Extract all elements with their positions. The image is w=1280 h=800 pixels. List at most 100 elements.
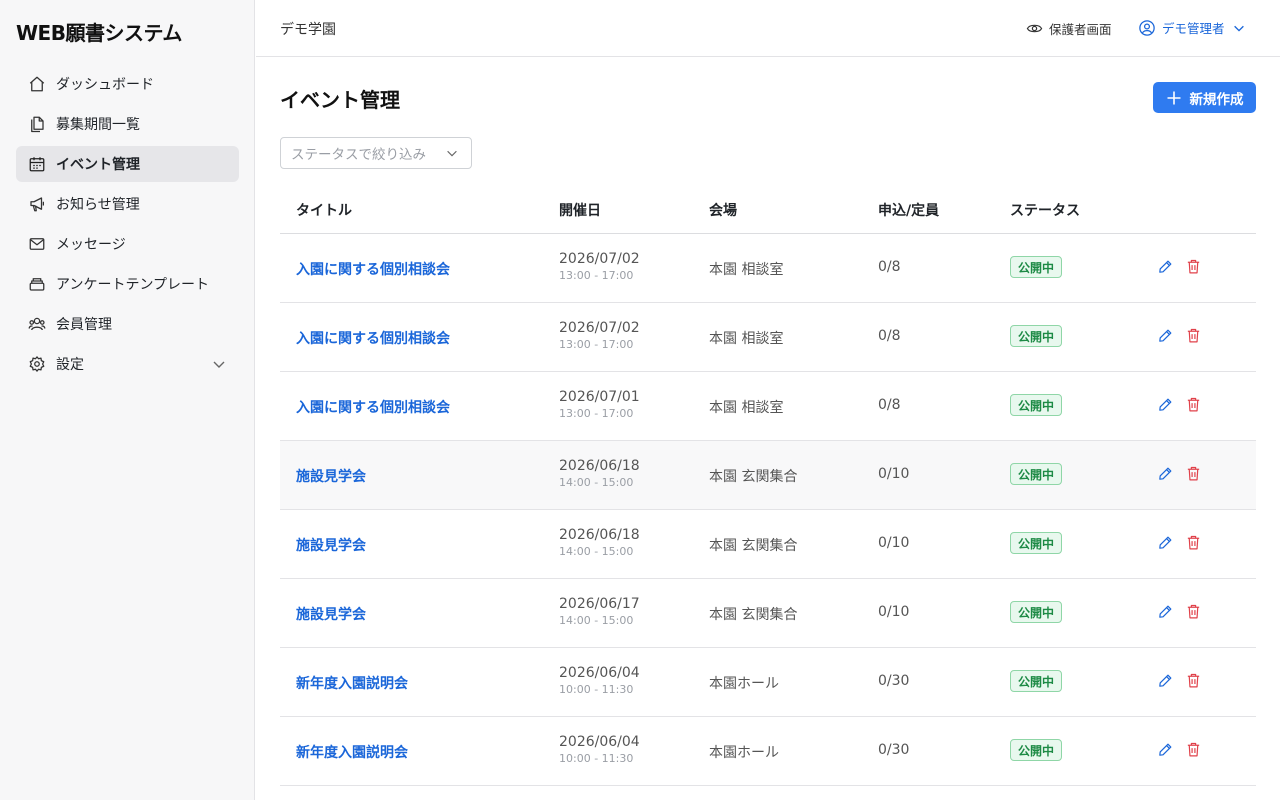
table-row: 施設見学会 2026/06/18 14:00 - 15:00 本園 玄関集合 0/10 公… bbox=[280, 510, 1256, 579]
edit-icon[interactable] bbox=[1157, 741, 1174, 758]
table-row: 施設見学会 2026/06/18 14:00 - 15:00 本園 玄関集合 0/10 公… bbox=[280, 441, 1256, 510]
event-time: 13:00 - 17:00 bbox=[559, 269, 634, 282]
delete-icon[interactable] bbox=[1185, 396, 1202, 413]
event-date: 2026/06/17 bbox=[559, 596, 640, 612]
sidebar-item-settings[interactable]: 設定 bbox=[16, 346, 239, 382]
event-title-link[interactable]: 新年度入園説明会 bbox=[296, 742, 408, 762]
users-icon bbox=[28, 315, 46, 333]
status-filter-select[interactable]: ステータスで絞り込み bbox=[280, 137, 472, 169]
event-date: 2026/06/04 bbox=[559, 734, 640, 750]
status-badge: 公開中 bbox=[1010, 256, 1063, 278]
status-badge: 公開中 bbox=[1010, 325, 1063, 347]
chevron-down-icon bbox=[1225, 21, 1246, 35]
event-time: 10:00 - 11:30 bbox=[559, 752, 634, 765]
new-event-button[interactable]: 新規作成 bbox=[1153, 82, 1256, 113]
delete-icon[interactable] bbox=[1185, 672, 1202, 689]
sidebar-item-label: 会員管理 bbox=[56, 317, 112, 333]
event-venue: 本園 玄関集合 bbox=[709, 607, 798, 623]
eye-icon bbox=[1026, 24, 1043, 33]
status-badge: 公開中 bbox=[1010, 532, 1063, 554]
top-bar: デモ学園 保護者画面 デモ管理者 bbox=[256, 0, 1280, 57]
column-header-status: ステータス bbox=[1010, 203, 1080, 219]
edit-icon[interactable] bbox=[1157, 258, 1174, 275]
edit-icon[interactable] bbox=[1157, 603, 1174, 620]
delete-icon[interactable] bbox=[1185, 603, 1202, 620]
delete-icon[interactable] bbox=[1185, 741, 1202, 758]
page-title: イベント管理 bbox=[280, 88, 400, 112]
status-badge: 公開中 bbox=[1010, 670, 1063, 692]
event-time: 10:00 - 11:30 bbox=[559, 683, 634, 696]
sidebar-item-dashboard[interactable]: ダッシュボード bbox=[16, 66, 239, 102]
event-capacity: 0/8 bbox=[878, 397, 901, 413]
stack-icon bbox=[28, 275, 46, 293]
sidebar-item-label: イベント管理 bbox=[56, 157, 140, 173]
home-icon bbox=[28, 75, 46, 93]
status-badge: 公開中 bbox=[1010, 394, 1063, 416]
organization-name: デモ学園 bbox=[280, 22, 336, 38]
sidebar-item-messages[interactable]: メッセージ bbox=[16, 226, 239, 262]
sidebar-nav: ダッシュボード 募集期間一覧 イベント管理 お知らせ管理 メッセージ アンケート… bbox=[16, 66, 239, 386]
sidebar-item-events[interactable]: イベント管理 bbox=[16, 146, 239, 182]
event-title-link[interactable]: 入園に関する個別相談会 bbox=[296, 397, 450, 417]
sidebar-item-label: 募集期間一覧 bbox=[56, 117, 140, 133]
event-venue: 本園 相談室 bbox=[709, 400, 784, 416]
delete-icon[interactable] bbox=[1185, 327, 1202, 344]
event-time: 14:00 - 15:00 bbox=[559, 545, 634, 558]
event-title-link[interactable]: 新年度入園説明会 bbox=[296, 673, 408, 693]
event-title-link[interactable]: 施設見学会 bbox=[296, 604, 366, 624]
guardian-view-label: 保護者画面 bbox=[1049, 22, 1112, 37]
column-header-date: 開催日 bbox=[559, 203, 601, 219]
event-venue: 本園 相談室 bbox=[709, 262, 784, 278]
table-row: 施設見学会 2026/06/17 14:00 - 15:00 本園 玄関集合 0/10 公… bbox=[280, 579, 1256, 648]
delete-icon[interactable] bbox=[1185, 465, 1202, 482]
calendar-icon bbox=[28, 155, 46, 173]
delete-icon[interactable] bbox=[1185, 258, 1202, 275]
sidebar-item-label: メッセージ bbox=[56, 237, 126, 253]
chevron-down-icon bbox=[445, 146, 459, 160]
edit-icon[interactable] bbox=[1157, 465, 1174, 482]
event-title-link[interactable]: 入園に関する個別相談会 bbox=[296, 259, 450, 279]
event-time: 13:00 - 17:00 bbox=[559, 338, 634, 351]
event-capacity: 0/8 bbox=[878, 328, 901, 344]
sidebar-item-members[interactable]: 会員管理 bbox=[16, 306, 239, 342]
sidebar-item-label: ダッシュボード bbox=[56, 77, 154, 93]
sidebar-item-survey-templates[interactable]: アンケートテンプレート bbox=[16, 266, 239, 302]
sidebar-item-label: アンケートテンプレート bbox=[56, 277, 210, 293]
event-capacity: 0/30 bbox=[878, 673, 910, 689]
plus-icon bbox=[1167, 91, 1180, 104]
sidebar-item-label: お知らせ管理 bbox=[56, 197, 140, 213]
sidebar-item-label: 設定 bbox=[56, 357, 84, 373]
events-table: タイトル 開催日 会場 申込/定員 ステータス 入園に関する個別相談会 2026/… bbox=[280, 186, 1256, 786]
edit-icon[interactable] bbox=[1157, 327, 1174, 344]
event-date: 2026/06/04 bbox=[559, 665, 640, 681]
column-header-capacity: 申込/定員 bbox=[878, 203, 940, 219]
user-menu[interactable]: デモ管理者 bbox=[1138, 18, 1246, 37]
delete-icon[interactable] bbox=[1185, 534, 1202, 551]
edit-icon[interactable] bbox=[1157, 672, 1174, 689]
chevron-down-icon bbox=[211, 356, 227, 372]
column-header-venue: 会場 bbox=[709, 203, 737, 219]
new-event-button-label: 新規作成 bbox=[1189, 91, 1244, 108]
event-date: 2026/07/01 bbox=[559, 389, 640, 405]
event-capacity: 0/10 bbox=[878, 466, 910, 482]
event-venue: 本園 玄関集合 bbox=[709, 469, 798, 485]
megaphone-icon bbox=[28, 195, 46, 213]
event-venue: 本園 相談室 bbox=[709, 331, 784, 347]
event-date: 2026/07/02 bbox=[559, 251, 640, 267]
edit-icon[interactable] bbox=[1157, 396, 1174, 413]
event-date: 2026/07/02 bbox=[559, 320, 640, 336]
event-time: 13:00 - 17:00 bbox=[559, 407, 634, 420]
table-row: 入園に関する個別相談会 2026/07/01 13:00 - 17:00 本園 相談室… bbox=[280, 372, 1256, 441]
edit-icon[interactable] bbox=[1157, 534, 1174, 551]
event-title-link[interactable]: 施設見学会 bbox=[296, 466, 366, 486]
table-header: タイトル 開催日 会場 申込/定員 ステータス bbox=[280, 186, 1256, 234]
event-title-link[interactable]: 入園に関する個別相談会 bbox=[296, 328, 450, 348]
sidebar-item-announcements[interactable]: お知らせ管理 bbox=[16, 186, 239, 222]
copy-icon bbox=[28, 115, 46, 133]
sidebar-item-recruitment-periods[interactable]: 募集期間一覧 bbox=[16, 106, 239, 142]
user-circle-icon bbox=[1138, 19, 1162, 37]
guardian-view-link[interactable]: 保護者画面 bbox=[1026, 19, 1112, 38]
event-title-link[interactable]: 施設見学会 bbox=[296, 535, 366, 555]
event-venue: 本園ホール bbox=[709, 676, 779, 692]
status-filter-placeholder: ステータスで絞り込み bbox=[291, 147, 426, 163]
